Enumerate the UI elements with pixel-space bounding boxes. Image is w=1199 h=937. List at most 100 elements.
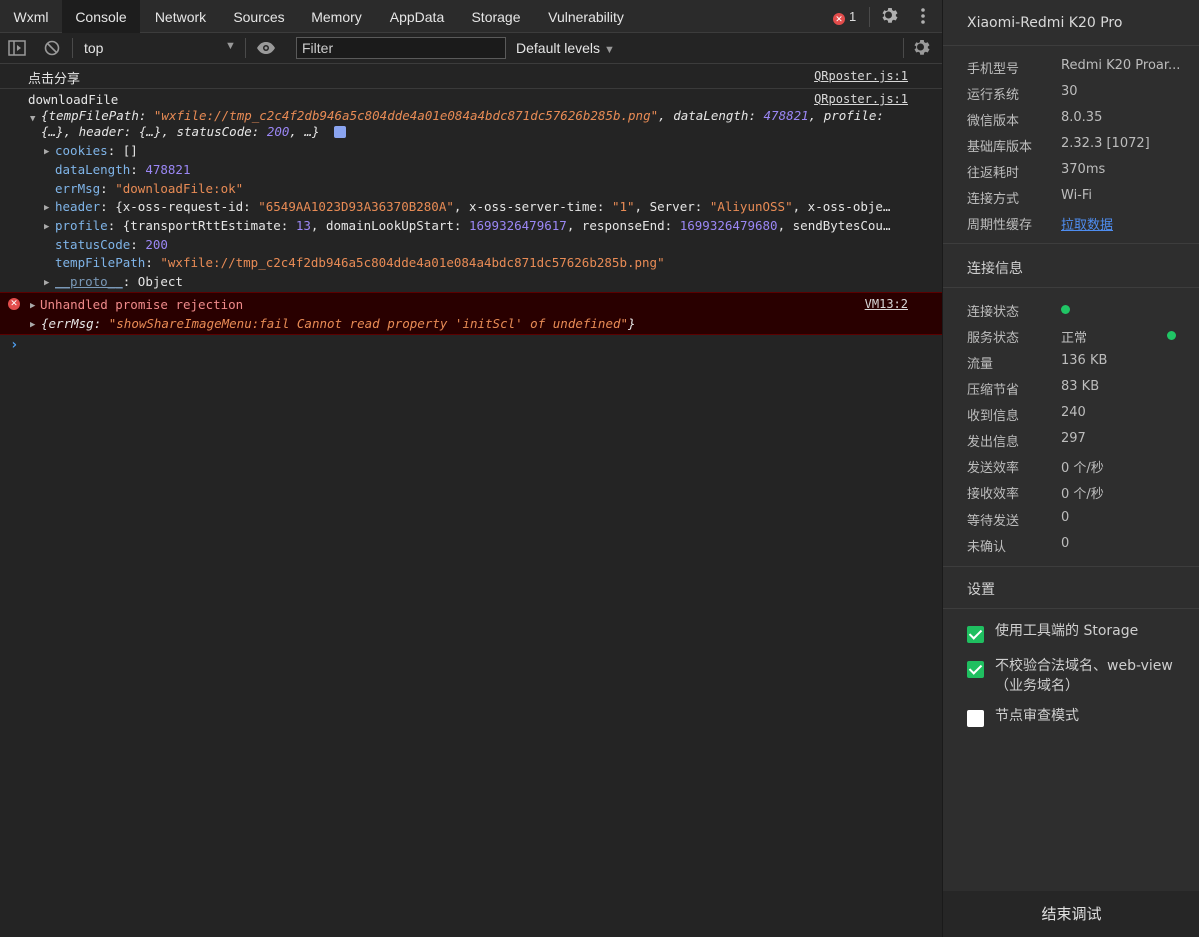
info-label: 运行系统	[967, 88, 1020, 103]
info-badge-icon[interactable]	[334, 126, 346, 138]
info-label: 手机型号	[967, 62, 1020, 77]
service-status-dot	[1167, 331, 1176, 340]
prop-value: "AliyunOSS"	[709, 199, 793, 214]
skip-domain-check-checkbox[interactable]	[967, 661, 984, 678]
conn-value: 0	[1061, 536, 1070, 551]
conn-label: 等待发送	[967, 514, 1020, 529]
expand-triangle-icon[interactable]: ▶	[44, 203, 49, 213]
console-settings-gear-icon[interactable]	[912, 38, 932, 61]
error-count-badge[interactable]: ✕ 1	[833, 9, 856, 25]
log-levels-dropdown[interactable]: Default levels ▼	[516, 40, 615, 56]
prop-key: profile	[55, 218, 108, 233]
prop-key: header	[55, 199, 101, 214]
expand-triangle-icon[interactable]: ▼	[30, 114, 35, 124]
expand-triangle-icon[interactable]: ▶	[30, 320, 35, 330]
panel-divider	[943, 45, 1199, 46]
conn-value: 297	[1061, 431, 1086, 446]
info-label: 微信版本	[967, 114, 1020, 129]
conn-label: 服务状态	[967, 331, 1020, 346]
source-link[interactable]: QRposter.js:1	[814, 92, 908, 106]
filter-input[interactable]	[296, 37, 506, 59]
expand-triangle-icon[interactable]: ▶	[44, 278, 49, 288]
toolbar-divider	[72, 38, 73, 58]
tab-wxml[interactable]: Wxml	[0, 0, 62, 33]
conn-value: 240	[1061, 405, 1086, 420]
tab-appdata[interactable]: AppData	[376, 0, 458, 33]
tab-bar: Wxml Console Network Sources Memory AppD…	[0, 0, 942, 33]
info-value: 8.0.35	[1061, 110, 1103, 125]
prop-key: __proto__	[55, 274, 123, 289]
expand-triangle-icon[interactable]: ▶	[30, 301, 35, 311]
tab-storage[interactable]: Storage	[458, 0, 534, 33]
live-expression-eye-icon[interactable]	[256, 41, 276, 58]
tab-console[interactable]: Console	[62, 0, 140, 33]
summary-value: 200	[266, 124, 290, 139]
tab-sources[interactable]: Sources	[221, 0, 297, 33]
prop-key: transportRttEstimate	[130, 218, 281, 233]
storage-checkbox[interactable]	[967, 626, 984, 643]
conn-value: 正常	[1061, 331, 1088, 346]
info-value: 2.32.3 [1072]	[1061, 136, 1150, 151]
console-prompt-icon[interactable]: ›	[10, 337, 18, 353]
more-menu-icon[interactable]	[920, 7, 926, 28]
conn-label: 收到信息	[967, 409, 1020, 424]
console-output[interactable]: 点击分享 QRposter.js:1 downloadFile QRposter…	[0, 64, 942, 937]
log-text: 点击分享	[28, 72, 81, 87]
summary-value: {…}	[138, 124, 162, 139]
source-link[interactable]: QRposter.js:1	[814, 69, 908, 83]
tabbar-divider	[869, 7, 870, 27]
prop-value: []	[122, 143, 138, 158]
console-toolbar: top ▼ Default levels ▼	[0, 33, 942, 64]
prop-value: sendBytesCou…	[792, 218, 891, 233]
error-title: Unhandled promise rejection	[40, 297, 244, 312]
checkbox-label[interactable]: 节点审查模式	[995, 706, 1185, 726]
chevron-down-icon: ▼	[603, 44, 615, 56]
settings-gear-icon[interactable]	[880, 6, 900, 29]
prop-value: 1699326479617	[468, 218, 567, 233]
sidebar-toggle-icon[interactable]	[8, 40, 26, 59]
node-inspect-checkbox[interactable]	[967, 710, 984, 727]
info-label: 连接方式	[967, 192, 1020, 207]
error-object[interactable]: {errMsg: "showShareImageMenu:fail Cannot…	[41, 316, 636, 331]
summary-key: dataLength	[673, 108, 749, 123]
prop-key: x-oss-server-time	[468, 199, 597, 214]
expand-triangle-icon[interactable]: ▶	[44, 147, 49, 157]
panel-divider	[943, 566, 1199, 567]
prop-key: tempFilePath	[55, 255, 146, 270]
prop-value: "wxfile://tmp_c2c4f2db946a5c804dde4a01e0…	[160, 255, 665, 270]
summary-value: {…}	[41, 124, 64, 139]
end-debug-button[interactable]: 结束调试	[943, 891, 1199, 937]
summary-key: profile	[823, 108, 877, 123]
prop-key: x-oss-request-id	[122, 199, 244, 214]
summary-value: 478821	[763, 108, 809, 123]
conn-label: 未确认	[967, 540, 1007, 555]
fetch-data-link[interactable]: 拉取数据	[1061, 214, 1113, 233]
expand-triangle-icon[interactable]: ▶	[44, 222, 49, 232]
info-value: Wi-Fi	[1061, 188, 1093, 203]
prop-key: dataLength	[55, 162, 131, 177]
prop-key: domainLookUpStart	[325, 218, 454, 233]
context-select[interactable]: top	[84, 40, 103, 56]
tab-memory[interactable]: Memory	[297, 0, 376, 33]
tab-vulnerability[interactable]: Vulnerability	[534, 0, 638, 33]
devtools-pane: Wxml Console Network Sources Memory AppD…	[0, 0, 942, 937]
clear-console-icon[interactable]	[44, 40, 60, 59]
checkbox-label[interactable]: 使用工具端的 Storage	[995, 621, 1185, 641]
object-summary-cont: {…}, header: {…}, statusCode: 200, …}	[41, 124, 320, 139]
toolbar-divider	[245, 38, 246, 58]
prop-value: "1"	[611, 199, 635, 214]
object-summary[interactable]: {tempFilePath: "wxfile://tmp_c2c4f2db946…	[41, 108, 884, 123]
conn-label: 发送效率	[967, 461, 1020, 476]
summary-key: statusCode	[176, 124, 252, 139]
source-link[interactable]: VM13:2	[865, 297, 908, 311]
panel-divider	[943, 243, 1199, 244]
context-dropdown-arrow-icon[interactable]: ▼	[225, 40, 236, 52]
checkbox-label[interactable]: 不校验合法域名、web-view（业务域名）	[995, 656, 1185, 696]
panel-divider	[943, 287, 1199, 288]
section-title: 设置	[967, 582, 995, 598]
error-icon: ✕	[8, 298, 20, 310]
conn-value: 0	[1061, 510, 1070, 525]
prop-value: 200	[145, 237, 168, 252]
info-label: 基础库版本	[967, 140, 1033, 155]
tab-network[interactable]: Network	[140, 0, 221, 33]
